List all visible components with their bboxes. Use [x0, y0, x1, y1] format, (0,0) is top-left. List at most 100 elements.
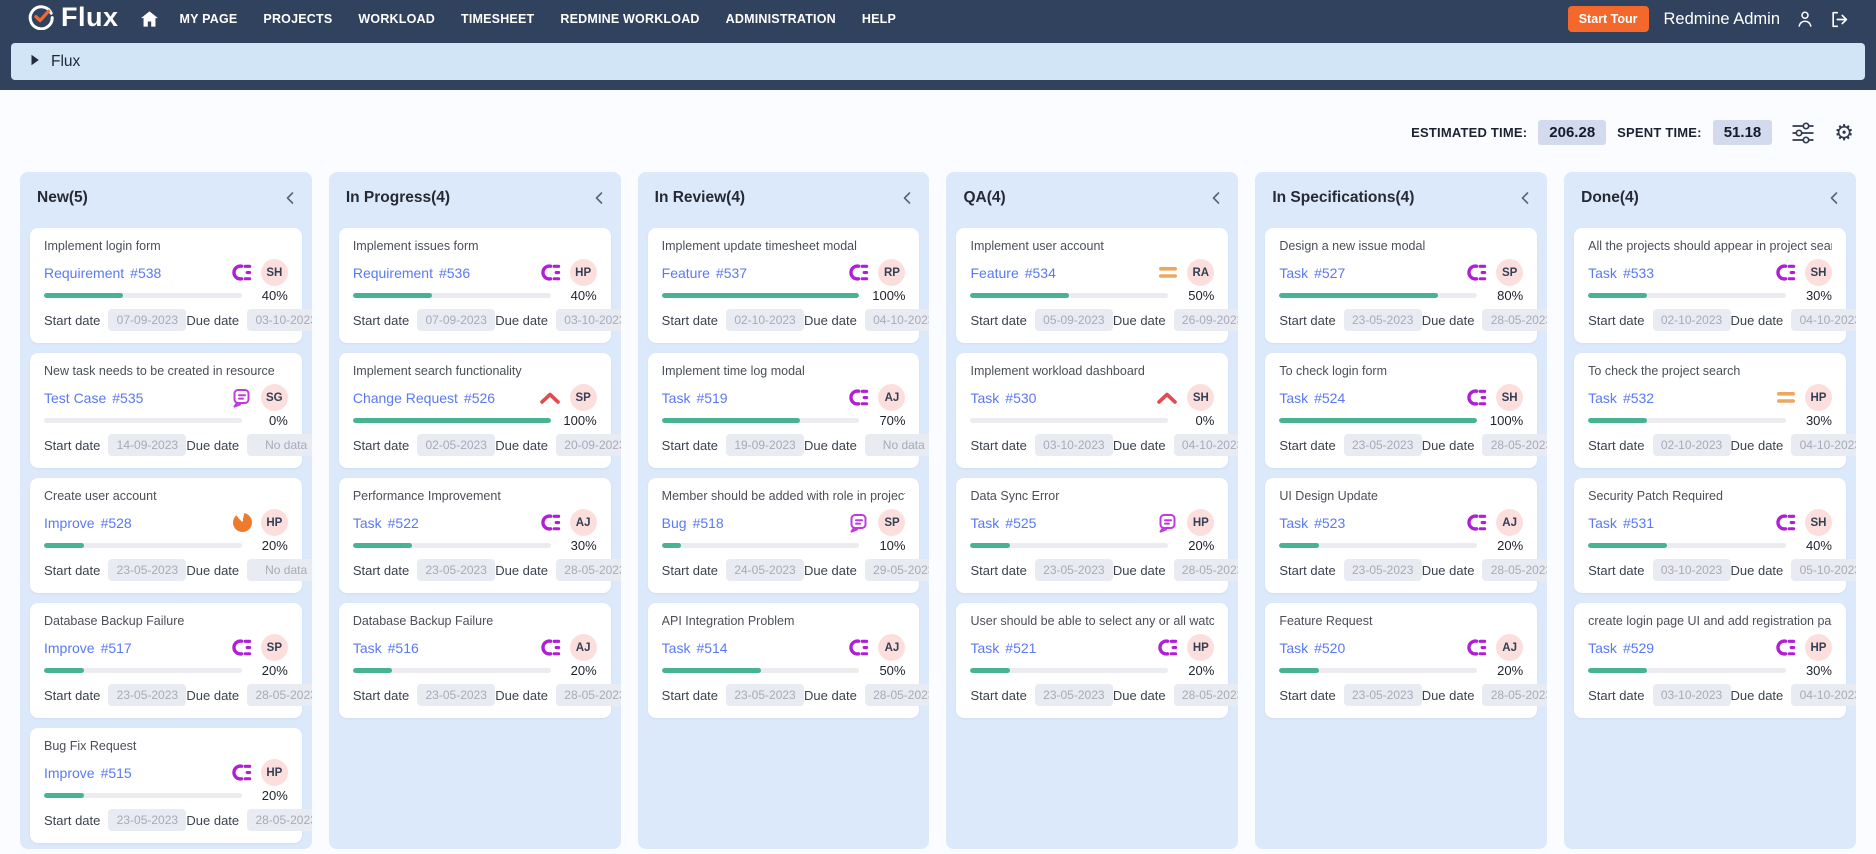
assignee-avatar[interactable]: AJ — [878, 384, 905, 411]
issue-link[interactable]: Feature #534 — [970, 265, 1055, 281]
home-icon[interactable] — [141, 11, 158, 27]
assignee-avatar[interactable]: HP — [1187, 634, 1214, 661]
issue-link[interactable]: Task #533 — [1588, 265, 1654, 281]
assignee-avatar[interactable]: SP — [1496, 259, 1523, 286]
issue-link[interactable]: Task #520 — [1279, 640, 1345, 656]
issue-card[interactable]: Create user account Improve #528 HP 20% … — [30, 478, 302, 593]
assignee-avatar[interactable]: SH — [1805, 259, 1832, 286]
issue-link[interactable]: Requirement #538 — [44, 265, 161, 281]
issue-link[interactable]: Change Request #526 — [353, 390, 495, 406]
issue-card[interactable]: Performance Improvement Task #522 AJ 30%… — [339, 478, 611, 593]
nav-item-redmine-workload[interactable]: REDMINE WORKLOAD — [560, 12, 699, 26]
assignee-avatar[interactable]: SH — [1805, 509, 1832, 536]
issue-link[interactable]: Task #525 — [970, 515, 1036, 531]
assignee-avatar[interactable]: AJ — [570, 509, 597, 536]
issue-card[interactable]: Implement workload dashboard Task #530 S… — [956, 353, 1228, 468]
issue-link[interactable]: Task #519 — [662, 390, 728, 406]
nav-item-workload[interactable]: WORKLOAD — [358, 12, 435, 26]
assignee-avatar[interactable]: SH — [261, 259, 288, 286]
issue-link[interactable]: Task #522 — [353, 515, 419, 531]
issue-link[interactable]: Task #530 — [970, 390, 1036, 406]
assignee-avatar[interactable]: HP — [570, 259, 597, 286]
logout-icon[interactable] — [1830, 10, 1850, 29]
issue-link[interactable]: Task #531 — [1588, 515, 1654, 531]
issue-link[interactable]: Task #524 — [1279, 390, 1345, 406]
issue-card[interactable]: New task needs to be created in resource… — [30, 353, 302, 468]
issue-link[interactable]: Test Case #535 — [44, 390, 143, 406]
start-tour-button[interactable]: Start Tour — [1568, 6, 1649, 32]
user-name[interactable]: Redmine Admin — [1664, 10, 1780, 29]
assignee-avatar[interactable]: RA — [1187, 259, 1214, 286]
issue-link[interactable]: Bug #518 — [662, 515, 724, 531]
issue-link[interactable]: Feature #537 — [662, 265, 747, 281]
issue-link[interactable]: Task #521 — [970, 640, 1036, 656]
assignee-avatar[interactable]: HP — [261, 509, 288, 536]
flux-logo-icon — [28, 4, 54, 35]
issue-link[interactable]: Task #527 — [1279, 265, 1345, 281]
issue-link[interactable]: Improve #528 — [44, 515, 132, 531]
issue-card[interactable]: User should be able to select any or all… — [956, 603, 1228, 718]
assignee-avatar[interactable]: HP — [261, 759, 288, 786]
issue-card[interactable]: Security Patch Required Task #531 SH 40%… — [1574, 478, 1846, 593]
settings-gear-icon[interactable]: ⚙ — [1834, 122, 1854, 144]
assignee-avatar[interactable]: SP — [878, 509, 905, 536]
assignee-avatar[interactable]: SG — [261, 384, 288, 411]
issue-card[interactable]: UI Design Update Task #523 AJ 20% Start … — [1265, 478, 1537, 593]
collapse-column-icon[interactable] — [900, 191, 914, 205]
issue-card[interactable]: Implement login form Requirement #538 SH… — [30, 228, 302, 343]
nav-item-administration[interactable]: ADMINISTRATION — [726, 12, 836, 26]
issue-link[interactable]: Task #514 — [662, 640, 728, 656]
assignee-avatar[interactable]: HP — [1187, 509, 1214, 536]
issue-card[interactable]: API Integration Problem Task #514 AJ 50%… — [648, 603, 920, 718]
collapse-column-icon[interactable] — [283, 191, 297, 205]
issue-link[interactable]: Task #516 — [353, 640, 419, 656]
flux-logo[interactable]: Flux — [28, 4, 119, 35]
assignee-avatar[interactable]: SP — [261, 634, 288, 661]
assignee-avatar[interactable]: AJ — [1496, 634, 1523, 661]
issue-link[interactable]: Task #523 — [1279, 515, 1345, 531]
issue-link[interactable]: Improve #517 — [44, 640, 132, 656]
issue-card[interactable]: Implement time log modal Task #519 AJ 70… — [648, 353, 920, 468]
nav-item-help[interactable]: HELP — [862, 12, 896, 26]
issue-card[interactable]: Member should be added with role in proj… — [648, 478, 920, 593]
assignee-avatar[interactable]: HP — [1805, 384, 1832, 411]
collapse-column-icon[interactable] — [1518, 191, 1532, 205]
issue-card[interactable]: Design a new issue modal Task #527 SP 80… — [1265, 228, 1537, 343]
filter-icon[interactable] — [1791, 122, 1815, 144]
assignee-avatar[interactable]: AJ — [570, 634, 597, 661]
issue-card[interactable]: Implement update timesheet modal Feature… — [648, 228, 920, 343]
user-icon[interactable] — [1795, 9, 1815, 29]
issue-link[interactable]: Improve #515 — [44, 765, 132, 781]
assignee-avatar[interactable]: SP — [570, 384, 597, 411]
assignee-avatar[interactable]: RP — [878, 259, 905, 286]
nav-item-my-page[interactable]: MY PAGE — [180, 12, 238, 26]
nav-item-projects[interactable]: PROJECTS — [263, 12, 332, 26]
collapse-column-icon[interactable] — [592, 191, 606, 205]
assignee-avatar[interactable]: SH — [1496, 384, 1523, 411]
issue-card[interactable]: Database Backup Failure Task #516 AJ 20%… — [339, 603, 611, 718]
assignee-avatar[interactable]: HP — [1805, 634, 1832, 661]
issue-card[interactable]: To check the project search Task #532 HP… — [1574, 353, 1846, 468]
collapse-column-icon[interactable] — [1209, 191, 1223, 205]
issue-card[interactable]: create login page UI and add registratio… — [1574, 603, 1846, 718]
issue-card[interactable]: Bug Fix Request Improve #515 HP 20% Star… — [30, 728, 302, 843]
issue-card[interactable]: To check login form Task #524 SH 100% St… — [1265, 353, 1537, 468]
issue-card[interactable]: All the projects should appear in projec… — [1574, 228, 1846, 343]
issue-card[interactable]: Implement issues form Requirement #536 H… — [339, 228, 611, 343]
issue-link[interactable]: Task #532 — [1588, 390, 1654, 406]
issue-card[interactable]: Database Backup Failure Improve #517 SP … — [30, 603, 302, 718]
issue-link[interactable]: Task #529 — [1588, 640, 1654, 656]
nav-item-timesheet[interactable]: TIMESHEET — [461, 12, 534, 26]
breadcrumb[interactable]: Flux — [11, 43, 1865, 80]
issue-id: #518 — [693, 515, 724, 531]
issue-card[interactable]: Data Sync Error Task #525 HP 20% Start d… — [956, 478, 1228, 593]
expand-arrow-icon[interactable] — [30, 53, 40, 71]
assignee-avatar[interactable]: SH — [1187, 384, 1214, 411]
collapse-column-icon[interactable] — [1827, 191, 1841, 205]
issue-card[interactable]: Implement search functionality Change Re… — [339, 353, 611, 468]
assignee-avatar[interactable]: AJ — [1496, 509, 1523, 536]
issue-link[interactable]: Requirement #536 — [353, 265, 470, 281]
issue-card[interactable]: Implement user account Feature #534 RA 5… — [956, 228, 1228, 343]
assignee-avatar[interactable]: AJ — [878, 634, 905, 661]
issue-card[interactable]: Feature Request Task #520 AJ 20% Start d… — [1265, 603, 1537, 718]
